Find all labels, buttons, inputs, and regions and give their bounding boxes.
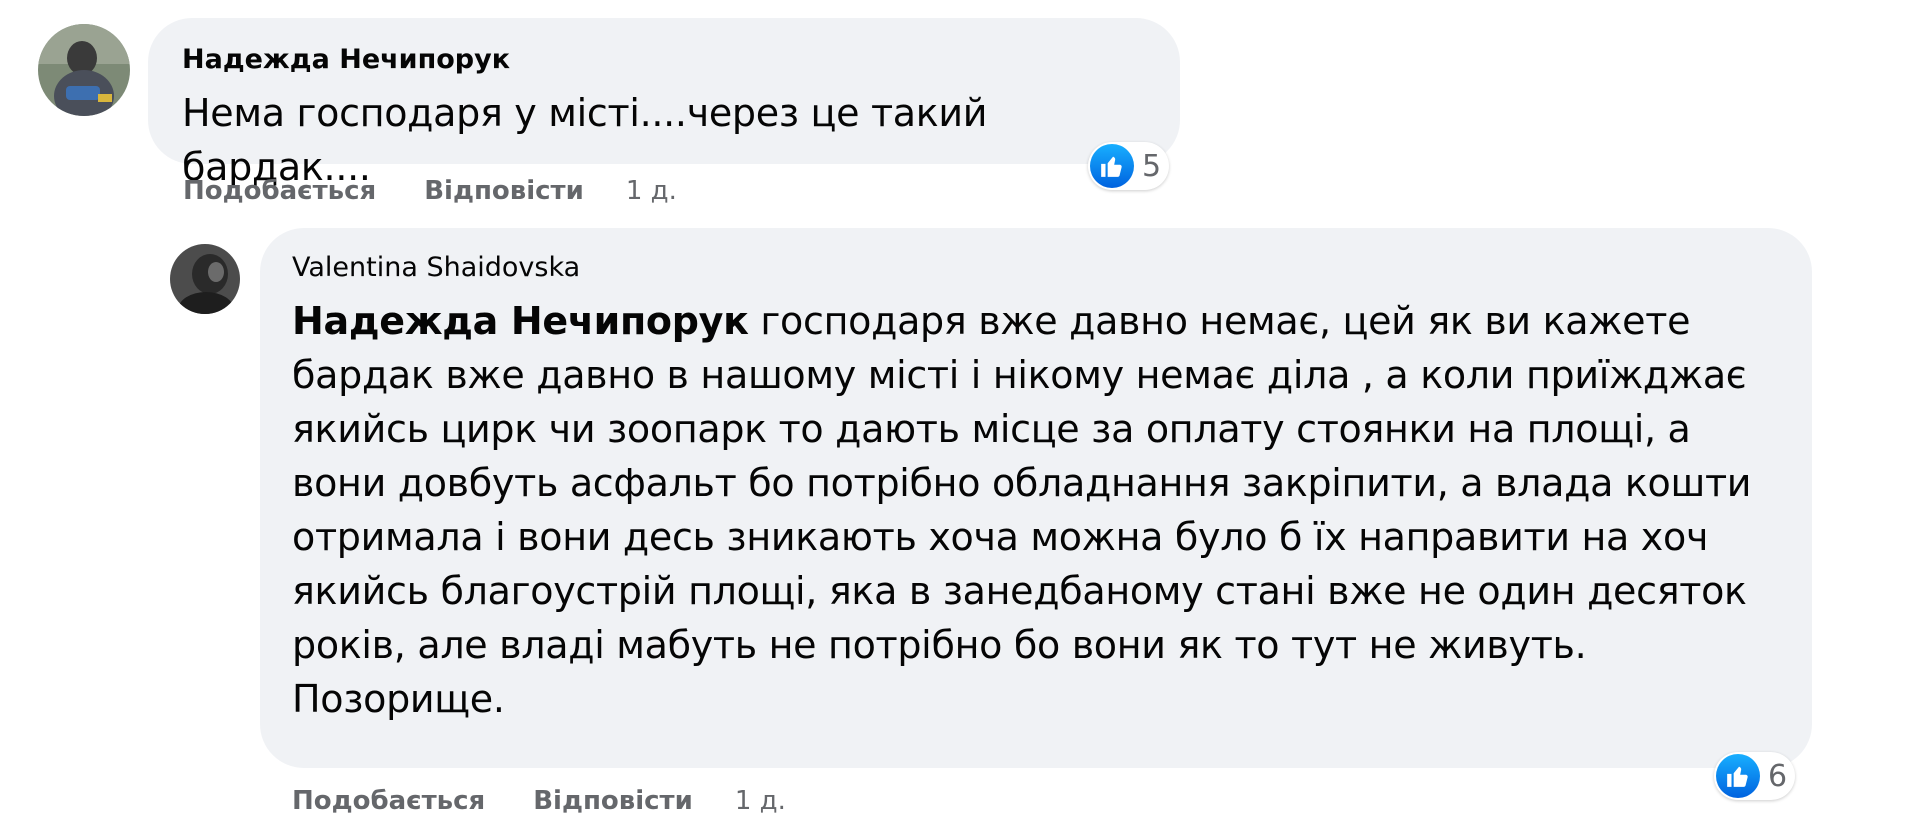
avatar-photo (38, 24, 130, 116)
reply-button[interactable]: Відповісти (424, 176, 584, 206)
reaction-summary[interactable]: 6 (1714, 752, 1796, 800)
reply-author[interactable]: Valentina Shaidovska (292, 252, 1782, 284)
like-button[interactable]: Подобається (183, 176, 376, 206)
reply-text: Надежда Нечипорук господаря вже давно не… (292, 294, 1782, 726)
like-icon (1716, 754, 1760, 798)
avatar[interactable] (38, 24, 130, 116)
reply-button[interactable]: Відповісти (533, 786, 693, 816)
timestamp[interactable]: 1 д. (735, 786, 786, 816)
reply-body: господаря вже давно немає, цей як ви каж… (292, 299, 1752, 721)
comment-author[interactable]: Надежда Нечипорук (182, 44, 1150, 76)
reply-actions: Подобається Відповісти 1 д. (292, 786, 786, 816)
reaction-count: 6 (1768, 758, 1788, 794)
comment-actions: Подобається Відповісти 1 д. (183, 176, 677, 206)
like-button[interactable]: Подобається (292, 786, 485, 816)
reply-bubble: Valentina Shaidovska Надежда Нечипорук г… (260, 228, 1812, 768)
comment-bubble: Надежда Нечипорук Нема господаря у місті… (148, 18, 1180, 189)
reaction-summary[interactable]: 5 (1088, 142, 1170, 190)
avatar-photo (170, 244, 240, 314)
avatar[interactable] (170, 244, 240, 314)
like-icon (1090, 144, 1134, 188)
timestamp[interactable]: 1 д. (626, 176, 677, 206)
mention-link[interactable]: Надежда Нечипорук (292, 299, 749, 343)
reaction-count: 5 (1142, 148, 1162, 184)
